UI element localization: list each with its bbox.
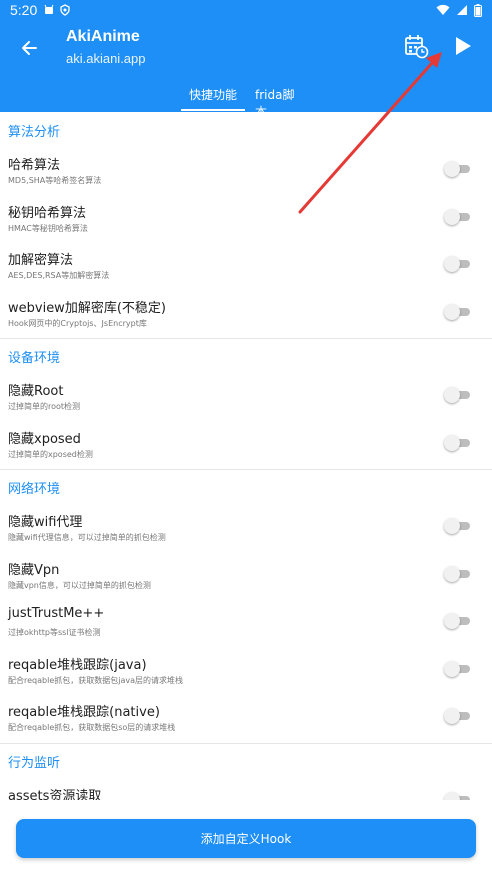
toggle-switch[interactable]	[444, 518, 470, 534]
list-item[interactable]: webview加解密库(不稳定) Hook网页中的Cryptojs、JsEncr…	[0, 291, 492, 339]
hook-settings-list[interactable]: 算法分析 哈希算法 MD5,SHA等哈希签名算法 秘钥哈希算法 HMAC等秘钥哈…	[0, 112, 492, 802]
app-package-name: aki.akiani.app	[66, 51, 146, 66]
item-title: 隐藏wifi代理	[8, 515, 83, 530]
item-title: 隐藏xposed	[8, 431, 81, 447]
item-description: 配合reqable抓包，获取数据包so层的请求堆栈	[8, 723, 176, 732]
item-title: 隐藏Vpn	[8, 562, 60, 578]
toggle-switch[interactable]	[444, 387, 470, 403]
toggle-switch[interactable]	[444, 565, 470, 582]
play-icon[interactable]	[448, 32, 476, 60]
android-notification-icon	[44, 4, 54, 14]
toggle-switch[interactable]	[444, 660, 470, 677]
wifi-icon	[436, 4, 450, 15]
status-bar: 5:20	[0, 0, 492, 20]
item-description: 过掉okhttp等ssl证书检测	[8, 628, 101, 637]
item-description: 隐藏vpn信息，可以过掉简单的抓包检测	[8, 580, 151, 590]
list-item[interactable]: 隐藏Root 过掉简单的root检测	[0, 374, 492, 422]
calendar-clock-icon[interactable]	[402, 32, 430, 60]
section-header-device-environment: 设备环境	[0, 338, 492, 374]
back-arrow-icon[interactable]	[16, 34, 44, 62]
list-item[interactable]: 隐藏Vpn 隐藏vpn信息，可以过掉简单的抓包检测	[0, 553, 492, 601]
item-title: 秘钥哈希算法	[8, 205, 87, 221]
item-description: 隐藏wifi代理信息，可以过掉简单的抓包检测	[8, 533, 166, 542]
footer: 添加自定义Hook	[0, 800, 492, 875]
item-description: 配合reqable抓包，获取数据包java层的请求堆栈	[8, 675, 183, 685]
item-description: Hook网页中的Cryptojs、JsEncrypt库	[8, 318, 147, 328]
section-header-network-environment: 网络环境	[0, 469, 492, 505]
item-title: 哈希算法	[8, 158, 61, 173]
item-title: justTrustMe++	[8, 606, 105, 621]
add-custom-hook-button[interactable]: 添加自定义Hook	[16, 819, 476, 858]
app-title: AkiAnime	[66, 28, 140, 45]
toggle-switch[interactable]	[444, 434, 470, 451]
toggle-switch[interactable]	[444, 303, 470, 320]
tab-quick-functions[interactable]: 快捷功能	[181, 86, 245, 103]
item-description: MD5,SHA等哈希签名算法	[8, 176, 102, 185]
item-title: 隐藏Root	[8, 384, 64, 399]
item-description: 过掉简单的xposed检测	[8, 449, 93, 459]
item-title: 加解密算法	[8, 253, 74, 268]
list-item[interactable]: reqable堆栈跟踪(java) 配合reqable抓包，获取数据包java层…	[0, 648, 492, 696]
section-header-algorithm-analysis: 算法分析	[8, 124, 61, 140]
item-description: 过掉简单的root检测	[8, 402, 81, 411]
list-item[interactable]: reqable堆栈跟踪(native) 配合reqable抓包，获取数据包so层…	[0, 695, 492, 743]
status-time: 5:20	[10, 2, 38, 18]
toggle-switch[interactable]	[444, 208, 470, 225]
battery-icon	[474, 3, 482, 17]
list-item[interactable]: 秘钥哈希算法 HMAC等秘钥哈希算法	[0, 196, 492, 244]
item-description: AES,DES,RSA等加解密算法	[8, 271, 110, 280]
toggle-switch[interactable]	[444, 161, 470, 177]
toggle-switch[interactable]	[444, 256, 470, 272]
tab-bar: 快捷功能 frida脚本	[0, 82, 492, 119]
list-item[interactable]: justTrustMe++ 过掉okhttp等ssl证书检测	[0, 600, 492, 648]
signal-icon	[457, 5, 467, 15]
list-item[interactable]: 隐藏xposed 过掉简单的xposed检测	[0, 422, 492, 470]
section-header-behavior-monitoring: 行为监听	[0, 742, 492, 779]
item-title: reqable堆栈跟踪(native)	[8, 705, 160, 720]
item-description: HMAC等秘钥哈希算法	[8, 223, 88, 233]
list-item[interactable]: 加解密算法 AES,DES,RSA等加解密算法	[0, 243, 492, 291]
list-item[interactable]: 隐藏wifi代理 隐藏wifi代理信息，可以过掉简单的抓包检测	[0, 505, 492, 553]
item-title: webview加解密库(不稳定)	[8, 300, 166, 316]
list-item[interactable]: 哈希算法 MD5,SHA等哈希签名算法	[0, 148, 492, 196]
toggle-switch[interactable]	[444, 708, 470, 724]
list-item[interactable]: assets资源读取	[0, 779, 492, 802]
tab-indicator	[181, 109, 245, 111]
shield-notification-icon	[60, 4, 70, 16]
toggle-switch[interactable]	[444, 613, 470, 629]
app-bar: AkiAnime aki.akiani.app 快捷功能 frida脚本	[0, 20, 492, 119]
item-title: reqable堆栈跟踪(java)	[8, 657, 147, 673]
